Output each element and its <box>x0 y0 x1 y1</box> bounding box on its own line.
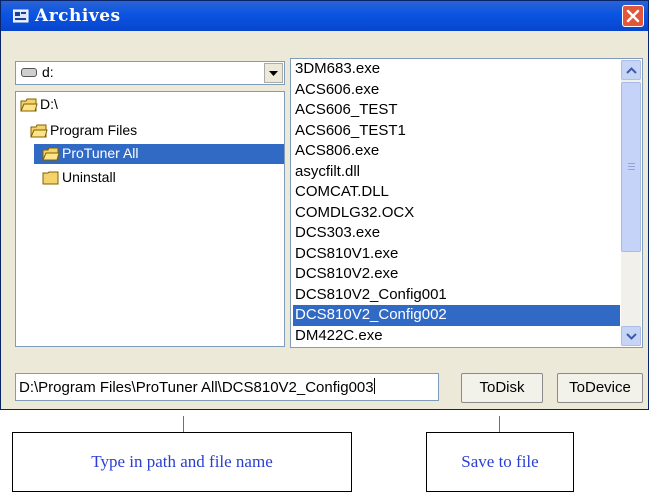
app-icon <box>13 9 29 23</box>
archives-dialog: Archives d: D:\ Program Files ProTuner A… <box>0 0 649 410</box>
file-list-scrollbar[interactable] <box>621 60 641 346</box>
directory-label: ProTuner All <box>62 145 139 161</box>
drive-icon <box>21 68 37 77</box>
chevron-up-icon <box>626 67 637 74</box>
close-icon <box>626 9 640 23</box>
close-button[interactable] <box>622 5 644 27</box>
path-callout: Type in path and file name <box>12 432 352 492</box>
file-item[interactable]: DCS810V1.exe <box>293 244 620 265</box>
file-item[interactable]: 3DM683.exe <box>293 59 620 80</box>
drive-select[interactable]: d: <box>15 61 285 85</box>
scroll-down-button[interactable] <box>621 326 641 346</box>
chevron-down-icon <box>269 71 278 76</box>
open-folder-icon <box>30 124 48 138</box>
drive-value: d: <box>42 64 54 80</box>
file-item[interactable]: DCS810V2_Config001 <box>293 285 620 306</box>
scroll-up-button[interactable] <box>621 60 641 80</box>
file-item[interactable]: ACS806.exe <box>293 141 620 162</box>
directory-item-selected[interactable]: ProTuner All <box>34 144 284 164</box>
file-item[interactable]: COMDLG32.OCX <box>293 203 620 224</box>
text-caret <box>373 378 375 394</box>
scroll-thumb[interactable] <box>621 82 641 252</box>
window-title: Archives <box>35 6 121 26</box>
callout-connector <box>499 416 500 432</box>
open-folder-icon <box>20 98 38 112</box>
file-item[interactable]: ACS606_TEST <box>293 100 620 121</box>
directory-label: Program Files <box>50 122 138 138</box>
path-input-value: D:\Program Files\ProTuner All\DCS810V2_C… <box>19 379 374 396</box>
dropdown-button[interactable] <box>264 63 283 83</box>
directory-label: D:\ <box>40 96 58 112</box>
directory-item[interactable]: Program Files <box>28 121 158 141</box>
file-list[interactable]: 3DM683.exe ACS606.exe ACS606_TEST ACS606… <box>290 58 643 348</box>
directory-list[interactable]: D:\ Program Files ProTuner All Uninstall <box>15 91 285 347</box>
path-input[interactable]: D:\Program Files\ProTuner All\DCS810V2_C… <box>15 373 439 401</box>
callout-connector <box>183 416 184 432</box>
file-item-selected[interactable]: DCS810V2_Config002 <box>293 305 620 326</box>
file-item[interactable]: COMCAT.DLL <box>293 182 620 203</box>
directory-item[interactable]: Uninstall <box>34 168 154 188</box>
save-callout: Save to file <box>426 432 574 492</box>
directory-label: Uninstall <box>62 169 116 185</box>
open-folder-icon <box>42 147 60 161</box>
file-item[interactable]: DCS303.exe <box>293 223 620 244</box>
todevice-button[interactable]: ToDevice <box>557 373 643 403</box>
directory-item[interactable]: D:\ <box>18 95 78 115</box>
folder-icon <box>42 171 59 185</box>
file-item[interactable]: ACS606.exe <box>293 80 620 101</box>
file-item[interactable]: DM422C.exe <box>293 326 620 347</box>
file-item[interactable]: DCS810V2.exe <box>293 264 620 285</box>
todisk-button[interactable]: ToDisk <box>461 373 543 403</box>
title-bar[interactable]: Archives <box>1 1 648 31</box>
chevron-down-icon <box>626 333 637 340</box>
file-item[interactable]: asycfilt.dll <box>293 162 620 183</box>
file-item[interactable]: ACS606_TEST1 <box>293 121 620 142</box>
